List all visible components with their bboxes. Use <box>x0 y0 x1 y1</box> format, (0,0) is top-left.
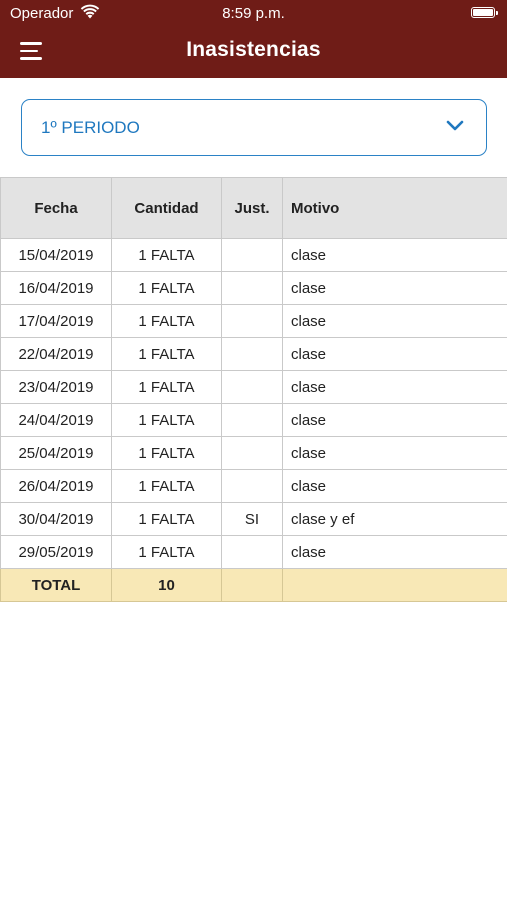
chevron-down-icon <box>446 120 464 131</box>
cell-just <box>221 304 283 338</box>
cell-motivo: clase <box>282 238 507 272</box>
cell-fecha: 25/04/2019 <box>0 436 112 470</box>
cell-just <box>221 238 283 272</box>
table-row: 22/04/2019 1 FALTA clase <box>0 337 507 371</box>
cell-cantidad: 1 FALTA <box>111 535 222 569</box>
total-value: 10 <box>111 568 222 602</box>
table-row: 23/04/2019 1 FALTA clase <box>0 370 507 404</box>
cell-fecha: 30/04/2019 <box>0 502 112 536</box>
cell-motivo: clase <box>282 337 507 371</box>
status-time: 8:59 p.m. <box>222 5 285 22</box>
table-total-row: TOTAL 10 <box>0 568 507 602</box>
page-title: Inasistencias <box>186 38 321 61</box>
cell-fecha: 29/05/2019 <box>0 535 112 569</box>
cell-cantidad: 1 FALTA <box>111 271 222 305</box>
cell-motivo: clase <box>282 403 507 437</box>
column-header-motivo: Motivo <box>282 177 507 239</box>
cell-cantidad: 1 FALTA <box>111 469 222 503</box>
cell-cantidad: 1 FALTA <box>111 304 222 338</box>
cell-just <box>221 469 283 503</box>
cell-motivo: clase <box>282 304 507 338</box>
table-row: 15/04/2019 1 FALTA clase <box>0 238 507 272</box>
cell-motivo: clase <box>282 370 507 404</box>
cell-cantidad: 1 FALTA <box>111 370 222 404</box>
table-row: 30/04/2019 1 FALTA SI clase y ef <box>0 502 507 536</box>
total-label: TOTAL <box>0 568 112 602</box>
cell-fecha: 17/04/2019 <box>0 304 112 338</box>
cell-just <box>221 337 283 371</box>
column-header-just: Just. <box>221 177 283 239</box>
cell-fecha: 22/04/2019 <box>0 337 112 371</box>
total-motivo-cell <box>282 568 507 602</box>
column-header-fecha: Fecha <box>0 177 112 239</box>
cell-just <box>221 436 283 470</box>
table-row: 16/04/2019 1 FALTA clase <box>0 271 507 305</box>
cell-just: SI <box>221 502 283 536</box>
table-header-row: Fecha Cantidad Just. Motivo <box>0 177 507 239</box>
table-row: 17/04/2019 1 FALTA clase <box>0 304 507 338</box>
battery-icon <box>471 7 498 18</box>
table-row: 25/04/2019 1 FALTA clase <box>0 436 507 470</box>
table-row: 26/04/2019 1 FALTA clase <box>0 469 507 503</box>
total-just-cell <box>221 568 283 602</box>
cell-motivo: clase <box>282 535 507 569</box>
cell-motivo: clase y ef <box>282 502 507 536</box>
cell-cantidad: 1 FALTA <box>111 403 222 437</box>
cell-motivo: clase <box>282 469 507 503</box>
table-row: 29/05/2019 1 FALTA clase <box>0 535 507 569</box>
cell-just <box>221 535 283 569</box>
cell-fecha: 16/04/2019 <box>0 271 112 305</box>
absences-table: Fecha Cantidad Just. Motivo 15/04/2019 1… <box>0 177 507 602</box>
app-header: Operador 8:59 p.m. Inasistencias <box>0 0 507 78</box>
cell-fecha: 23/04/2019 <box>0 370 112 404</box>
cell-cantidad: 1 FALTA <box>111 238 222 272</box>
status-bar: Operador 8:59 p.m. <box>0 0 507 28</box>
cell-just <box>221 403 283 437</box>
cell-fecha: 15/04/2019 <box>0 238 112 272</box>
cell-just <box>221 271 283 305</box>
cell-fecha: 26/04/2019 <box>0 469 112 503</box>
period-select[interactable]: 1º PERIODO <box>21 99 487 156</box>
cell-motivo: clase <box>282 436 507 470</box>
cell-cantidad: 1 FALTA <box>111 436 222 470</box>
cell-just <box>221 370 283 404</box>
cell-cantidad: 1 FALTA <box>111 502 222 536</box>
cell-motivo: clase <box>282 271 507 305</box>
column-header-cantidad: Cantidad <box>111 177 222 239</box>
cell-cantidad: 1 FALTA <box>111 337 222 371</box>
cell-fecha: 24/04/2019 <box>0 403 112 437</box>
period-select-value: 1º PERIODO <box>41 118 140 137</box>
table-row: 24/04/2019 1 FALTA clase <box>0 403 507 437</box>
